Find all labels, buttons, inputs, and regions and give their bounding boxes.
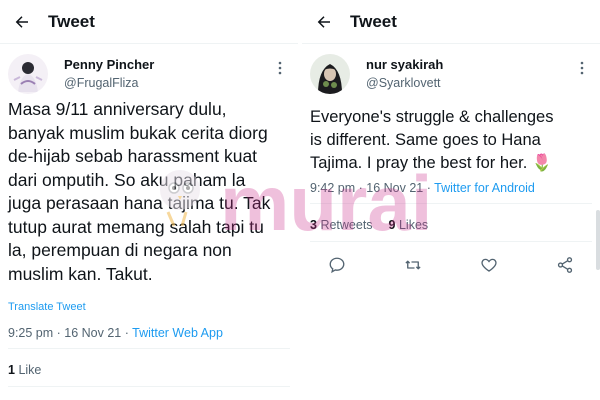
avatar-image [310,54,350,94]
back-button[interactable] [0,0,44,44]
topbar: Tweet [302,0,600,44]
divider [8,348,290,349]
arrow-left-icon [15,15,28,28]
tweet-actions [326,254,576,276]
likes-label: Likes [398,218,429,232]
reply-icon [329,257,345,274]
retweets-stat[interactable]: 3 Retweets [310,218,373,232]
divider [310,203,592,204]
page-title: Tweet [350,11,397,31]
divider [310,241,592,242]
more-button[interactable] [272,60,288,76]
arrow-left-icon [317,15,330,28]
share-button[interactable] [554,254,576,276]
share-icon [557,257,573,273]
likes-count: 1 [8,363,15,377]
tweet-stats: 1 Like [8,363,41,377]
likes-count: 9 [388,218,396,232]
translate-tweet-link[interactable]: Translate Tweet [8,301,86,313]
tweet-author: nur syakirah @Syarklovett [310,54,592,94]
back-button[interactable] [302,0,346,44]
tweet-meta: 9:25 pm · 16 Nov 21 · Twitter Web App [8,326,223,340]
likes-stat[interactable]: 1 Like [8,363,41,377]
more-vertical-icon [278,61,282,75]
retweet-button[interactable] [402,254,424,276]
tweet-panel-right: Tweet nur syakirah @Syarklovett Everyone… [302,0,600,400]
reply-button[interactable] [326,254,348,276]
likes-label: Like [18,363,42,377]
likes-stat[interactable]: 9 Likes [389,218,429,232]
tweet-source[interactable]: Twitter for Android [434,181,535,195]
more-button[interactable] [574,60,590,76]
tweet-timestamp[interactable]: 9:42 pm · 16 Nov 21 · [310,181,434,195]
author-handle[interactable]: @FrugalFliza [64,75,154,91]
retweets-label: Retweets [320,218,373,232]
topbar: Tweet [0,0,298,44]
scrollbar[interactable] [596,210,600,270]
heart-icon [481,258,497,272]
tweet-stats: 3 Retweets 9 Likes [310,218,428,232]
tweet-author: Penny Pincher @FrugalFliza [8,54,290,94]
page-title: Tweet [48,11,95,31]
like-button[interactable] [478,254,500,276]
avatar[interactable] [8,54,48,94]
tweet-text: Masa 9/11 anniversary dulu, banyak musli… [8,99,271,284]
author-name[interactable]: Penny Pincher [64,57,154,73]
tweet-panel-left: Tweet Penny Pincher @FrugalFliza Masa 9/… [0,0,298,400]
tweet-meta: 9:42 pm · 16 Nov 21 · Twitter for Androi… [310,181,535,195]
tweet-text: Everyone's struggle & challenges is diff… [310,108,554,172]
divider [8,386,290,387]
retweet-icon [405,260,421,270]
retweets-count: 3 [310,218,317,232]
author-handle[interactable]: @Syarklovett [366,75,443,91]
tweet-timestamp[interactable]: 9:25 pm · 16 Nov 21 · [8,326,132,340]
author-name[interactable]: nur syakirah [366,57,443,73]
avatar-image [8,54,48,94]
tweet-source[interactable]: Twitter Web App [132,326,223,340]
more-vertical-icon [580,61,584,75]
avatar[interactable] [310,54,350,94]
